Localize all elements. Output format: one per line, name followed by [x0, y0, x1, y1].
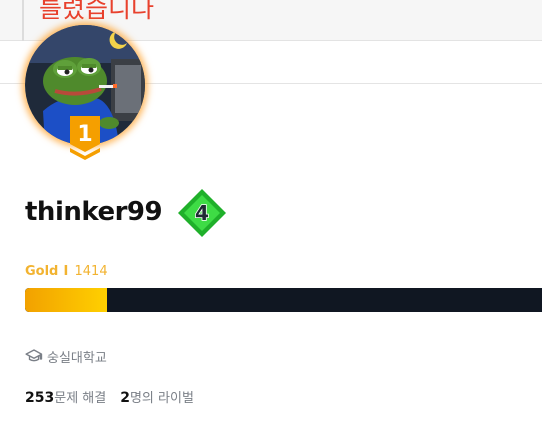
graduation-cap-icon: [25, 349, 43, 362]
rank-number: 1: [77, 122, 92, 147]
school-name: 숭실대학교: [47, 350, 107, 366]
rating-value: 1414: [74, 264, 108, 279]
rival-label: 명의 라이벌: [129, 391, 194, 406]
rank-badge: 1: [70, 116, 100, 160]
tier-separator: I: [63, 264, 69, 279]
rival-count[interactable]: 2: [120, 390, 130, 406]
school-row[interactable]: 숭실대학교: [25, 346, 107, 366]
tier-badge-number: 4: [195, 201, 209, 225]
username: thinker99: [25, 197, 163, 227]
tier-name: Gold: [25, 264, 59, 279]
rating-progress-fill: [25, 288, 108, 312]
stats-row: 253 문제 해결 2 명의 라이벌: [25, 387, 194, 407]
banner-divider: [22, 0, 24, 41]
tier-rating-label: Gold I 1414: [25, 263, 108, 280]
tier-badge[interactable]: 4: [177, 188, 227, 238]
solved-label: 문제 해결: [54, 391, 107, 406]
rating-progress-bar: [25, 288, 542, 312]
solved-count[interactable]: 253: [25, 390, 54, 406]
result-banner-text: 틀렸습니다: [39, 0, 155, 23]
